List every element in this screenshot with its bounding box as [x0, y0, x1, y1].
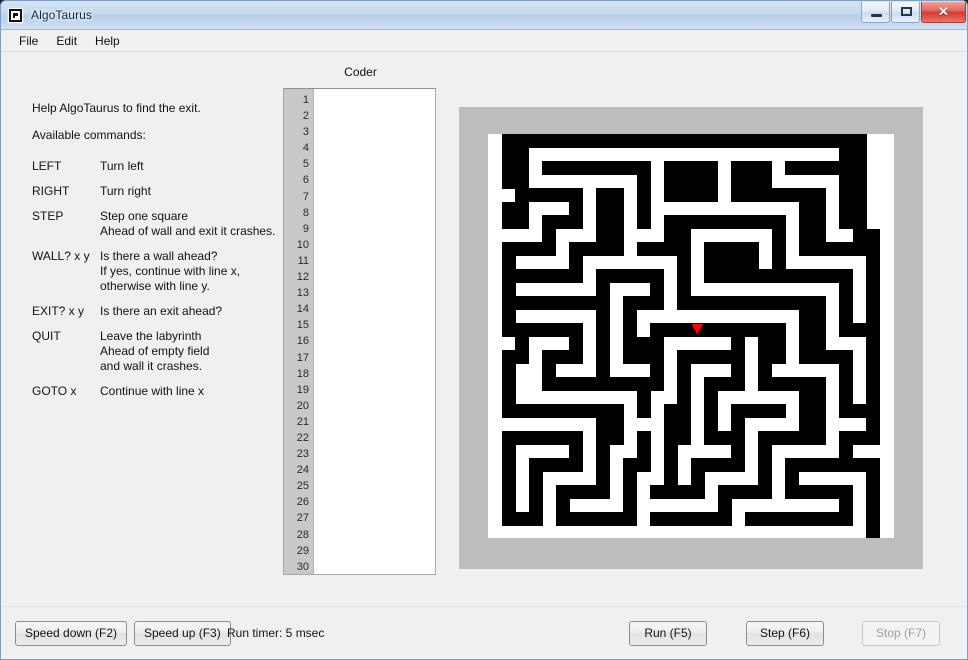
close-button[interactable]: ✕: [921, 2, 966, 23]
command-row: EXIT? x y Is there an exit ahead?: [32, 304, 272, 319]
line-number: 22: [296, 431, 309, 444]
line-number: 29: [296, 544, 309, 557]
command-name: RIGHT: [32, 184, 70, 198]
close-icon: ✕: [938, 4, 949, 19]
line-number: 21: [296, 415, 309, 428]
maximize-icon: [901, 7, 912, 16]
bottom-toolbar: Speed down (F2) Speed up (F3) Run timer:…: [1, 606, 967, 659]
line-number: 14: [296, 303, 309, 316]
command-description: Leave the labyrinth Ahead of empty field a…: [100, 329, 272, 374]
command-row: STEP Step one square Ahead of wall and exi…: [32, 209, 275, 239]
line-number: 3: [302, 126, 309, 139]
line-number: 10: [296, 238, 309, 251]
line-number: 11: [297, 254, 309, 267]
coder-panel-title: Coder: [344, 65, 377, 79]
maximize-button[interactable]: [891, 2, 920, 23]
command-description-line: and wall it crashes.: [100, 359, 203, 373]
line-number: 4: [302, 142, 309, 155]
line-number: 5: [302, 158, 309, 171]
menu-bar: File Edit Help: [1, 30, 967, 52]
command-description: Turn left: [100, 159, 272, 174]
line-number: 20: [296, 399, 309, 412]
line-number: 30: [296, 560, 309, 573]
menu-item-edit[interactable]: Edit: [47, 32, 86, 50]
code-text-area[interactable]: [314, 89, 435, 574]
menu-item-file[interactable]: File: [10, 32, 47, 50]
application-window: AlgoTaurus ✕ File Edit Help Help AlgoTau…: [0, 0, 968, 660]
line-number: 24: [296, 464, 309, 477]
line-number: 25: [296, 480, 309, 493]
command-description-line: Is there a wall ahead?: [100, 249, 218, 263]
speed-up-button[interactable]: Speed up (F3): [134, 621, 231, 646]
command-description-line: otherwise with line y.: [100, 279, 210, 293]
line-number: 19: [296, 383, 309, 396]
step-button[interactable]: Step (F6): [746, 621, 824, 646]
command-description-line: Ahead of wall and exit it crashes.: [100, 224, 276, 238]
command-row: QUIT Leave the labyrinth Ahead of empty fi…: [32, 329, 272, 374]
stop-button[interactable]: Stop (F7): [862, 621, 940, 646]
command-row: RIGHT Turn right: [32, 184, 272, 199]
line-number: 27: [296, 512, 309, 525]
line-number: 2: [302, 110, 309, 123]
command-row: GOTO x Continue with line x: [32, 384, 272, 399]
line-number: 6: [302, 174, 309, 187]
command-row: WALL? x y Is there a wall ahead? If yes, c…: [32, 249, 272, 294]
command-name: EXIT? x y: [32, 304, 85, 318]
command-name: GOTO x: [32, 384, 77, 398]
command-description: Turn right: [100, 184, 272, 199]
line-number: 28: [296, 528, 309, 541]
line-number: 1: [302, 94, 309, 106]
menu-item-help[interactable]: Help: [86, 32, 129, 50]
command-description: Is there a wall ahead? If yes, continue w…: [100, 249, 272, 294]
line-number: 23: [296, 448, 309, 461]
line-number: 7: [302, 190, 309, 203]
command-description-line: Step one square: [100, 209, 189, 223]
line-number: 8: [302, 206, 309, 219]
command-description-line: Turn left: [100, 159, 144, 173]
command-description-line: Leave the labyrinth: [100, 329, 202, 343]
title-bar: AlgoTaurus ✕: [1, 1, 967, 30]
command-name: STEP: [32, 209, 64, 223]
maze-canvas: [488, 134, 894, 538]
command-description: Continue with line x: [100, 384, 272, 399]
command-description: Step one square Ahead of wall and exit it…: [100, 209, 275, 239]
command-description-line: Continue with line x: [100, 384, 205, 398]
line-number: 13: [296, 287, 309, 300]
command-list: LEFT Turn left RIGHT Turn right STEP Step one…: [32, 159, 275, 399]
client-area: Help AlgoTaurus to find the exit. Availa…: [1, 53, 967, 606]
command-name: LEFT: [32, 159, 62, 173]
command-description-line: Ahead of empty field: [100, 344, 210, 358]
line-number: 18: [296, 367, 309, 380]
instructions-intro: Help AlgoTaurus to find the exit.: [32, 101, 201, 115]
line-number: 12: [296, 271, 309, 284]
line-number-gutter: 1 2 3 4 5 6 7 8 9 10 11 12 13 14 15 16 17 18 19 20 21 22 23 24 2…: [284, 89, 314, 574]
minimize-button[interactable]: [861, 2, 890, 23]
maze-panel: [459, 107, 923, 569]
command-description-line: If yes, continue with line x,: [100, 264, 241, 278]
instructions-subtitle: Available commands:: [32, 128, 146, 142]
run-button[interactable]: Run (F5): [629, 621, 707, 646]
command-name: QUIT: [32, 329, 61, 343]
speed-down-button[interactable]: Speed down (F2): [15, 621, 128, 646]
line-number: 15: [296, 319, 309, 332]
window-title: AlgoTaurus: [31, 8, 93, 22]
line-number: 26: [296, 496, 309, 509]
line-number: 16: [296, 335, 309, 348]
window-controls: ✕: [861, 2, 966, 23]
coder-editor[interactable]: 1 2 3 4 5 6 7 8 9 10 11 12 13 14 15 16 17 18 19 20 21 22 23 24 2…: [283, 88, 436, 575]
line-number: 9: [302, 222, 309, 235]
minimize-icon: [871, 14, 882, 17]
command-row: LEFT Turn left: [32, 159, 272, 174]
command-description-line: Is there an exit ahead?: [100, 304, 223, 318]
run-timer-status: Run timer: 5 msec: [227, 626, 325, 640]
app-logo-icon: [7, 6, 24, 24]
command-name: WALL? x y: [32, 249, 90, 263]
instructions-panel: Help AlgoTaurus to find the exit. Availa…: [32, 101, 275, 409]
command-description-line: Turn right: [100, 184, 151, 198]
command-description: Is there an exit ahead?: [100, 304, 272, 319]
line-number: 17: [296, 351, 309, 364]
